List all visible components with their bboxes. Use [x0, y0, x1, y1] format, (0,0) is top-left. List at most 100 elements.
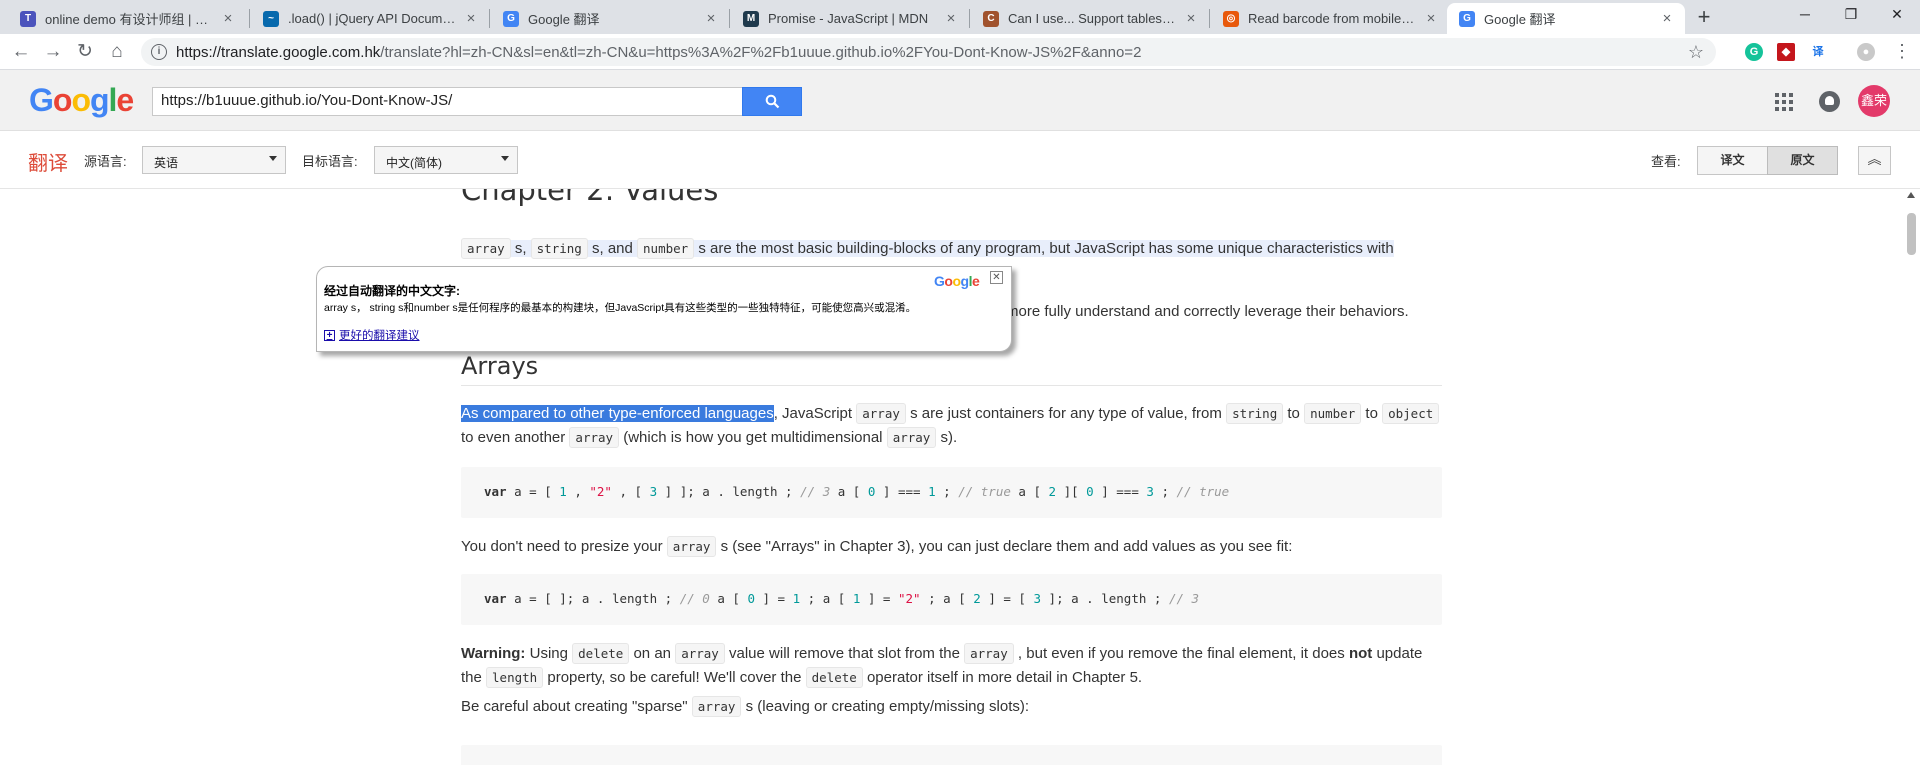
inline-code: number [637, 238, 695, 259]
profile-icon[interactable]: ● [1857, 43, 1875, 61]
text: to even another [461, 429, 566, 446]
tab-close-icon[interactable]: × [703, 10, 719, 27]
browser-tab-barcode[interactable]: ◎ Read barcode from mobile cam × [1211, 3, 1449, 34]
text: s). [940, 429, 958, 446]
popup-google-logo: Google [934, 273, 980, 289]
close-window-button[interactable]: ✕ [1874, 0, 1920, 30]
source-language-select[interactable]: 英语 [142, 146, 286, 174]
notifications-icon[interactable] [1819, 91, 1840, 112]
intro-paragraph-line-2: more fully understand and correctly leve… [1006, 303, 1409, 320]
target-language-select[interactable]: 中文(简体) [374, 146, 518, 174]
text: s are the most basic building-blocks of … [698, 240, 1394, 257]
inline-code: array [675, 643, 725, 664]
inline-code: array [691, 696, 742, 717]
code-block-2: var a = [ ]; a . length ; // 0 a [ 0 ] =… [461, 574, 1442, 625]
text: , but even if you remove the final eleme… [1017, 645, 1345, 662]
google-translate-icon: G [1459, 10, 1475, 27]
avatar[interactable]: 鑫荣 [1858, 85, 1890, 117]
intro-paragraph: array s, string s, and number s are the … [461, 237, 1442, 261]
text: You don't need to presize your [461, 538, 663, 555]
address-bar[interactable]: i https://translate.google.com.hk/transl… [141, 38, 1716, 66]
warning-label: Warning: [461, 645, 526, 662]
home-icon[interactable]: ⌂ [104, 39, 130, 65]
inline-code: object [1382, 403, 1440, 424]
dropdown-caret-icon [501, 156, 509, 161]
text: Be careful about creating "sparse" [461, 698, 688, 715]
tab-close-icon[interactable]: × [1183, 10, 1199, 27]
browser-tab-strip: T online demo 有设计师组 | Micro × ~ .load() … [0, 0, 1920, 34]
reload-icon[interactable]: ↻ [72, 39, 98, 65]
pdf-extension-icon[interactable]: ◆ [1777, 43, 1795, 61]
vertical-scrollbar[interactable] [1902, 189, 1920, 765]
translate-url-input[interactable]: https://b1uuue.github.io/You-Dont-Know-J… [152, 87, 743, 116]
tab-close-icon[interactable]: × [943, 10, 959, 27]
tab-divider [969, 9, 970, 28]
site-info-icon[interactable]: i [151, 44, 167, 60]
code-block-3 [461, 745, 1442, 765]
browser-tab-mdn[interactable]: M Promise - JavaScript | MDN × [731, 3, 969, 34]
scroll-up-arrow-icon[interactable] [1907, 192, 1915, 198]
popup-translation-text: array s， string s和number s是任何程序的最基本的构建块，… [324, 302, 917, 314]
tab-title: online demo 有设计师组 | Micro [45, 12, 214, 27]
source-language-label: 源语言: [84, 154, 127, 169]
back-icon[interactable]: ← [8, 39, 34, 65]
translate-extension-icon[interactable]: 译 [1809, 43, 1827, 61]
tab-divider [489, 9, 490, 28]
tab-close-icon[interactable]: × [463, 10, 479, 27]
tab-title: Can I use... Support tables for H [1008, 11, 1177, 26]
caniuse-icon: C [983, 10, 999, 27]
text: , JavaScript [773, 405, 853, 422]
code-keyword: var [484, 591, 507, 606]
inline-code: delete [572, 643, 630, 664]
selected-text[interactable]: As compared to other type-enforced langu… [461, 405, 774, 422]
browser-tab-teams[interactable]: T online demo 有设计师组 | Micro × [8, 3, 246, 34]
inline-code: array [569, 427, 620, 448]
browser-menu-icon[interactable]: ⋮ [1893, 42, 1911, 60]
inline-code: length [486, 667, 544, 688]
forward-icon[interactable]: → [40, 39, 66, 65]
arrays-paragraph: As compared to other type-enforced langu… [461, 402, 1442, 450]
minimize-window-button[interactable]: ─ [1782, 0, 1828, 30]
tab-close-icon[interactable]: × [1423, 10, 1439, 27]
tab-divider [1209, 9, 1210, 28]
search-button[interactable] [742, 87, 802, 116]
tab-divider [729, 9, 730, 28]
scrollbar-thumb[interactable] [1907, 213, 1916, 255]
view-label: 查看: [1651, 154, 1681, 169]
tab-close-icon[interactable]: × [220, 10, 236, 27]
browser-tab-google-translate-active[interactable]: G Google 翻译 × [1447, 3, 1685, 34]
apps-grid-icon[interactable] [1775, 93, 1793, 111]
arrays-heading: Arrays [461, 352, 539, 380]
original-view-button[interactable]: 原文 [1767, 146, 1838, 175]
tab-close-icon[interactable]: × [1659, 10, 1675, 27]
text: property, so be careful! We'll cover the [547, 669, 802, 686]
browser-tab-google-translate[interactable]: G Google 翻译 × [491, 3, 729, 34]
url-path: /translate?hl=zh-CN&sl=en&tl=zh-CN&u=htt… [380, 43, 1142, 61]
text: to [1365, 405, 1378, 422]
new-tab-button[interactable]: + [1691, 5, 1717, 31]
presize-paragraph: You don't need to presize your array s (… [461, 535, 1442, 559]
bookmark-star-icon[interactable]: ☆ [1688, 42, 1704, 63]
warning-paragraph: Warning: Using delete on an array value … [461, 642, 1442, 690]
popup-close-icon[interactable]: ✕ [990, 271, 1003, 284]
restore-window-button[interactable]: ❐ [1828, 0, 1874, 30]
heading-divider [461, 385, 1442, 386]
translate-brand[interactable]: 翻译 [28, 147, 68, 176]
browser-tab-caniuse[interactable]: C Can I use... Support tables for H × [971, 3, 1209, 34]
collapse-bar-icon[interactable]: ︽ [1858, 146, 1891, 175]
grammarly-extension-icon[interactable]: G [1745, 43, 1763, 61]
browser-tab-jquery[interactable]: ~ .load() | jQuery API Documentation × [251, 3, 489, 34]
translated-sentence[interactable]: array s, string s, and number s are the … [461, 238, 1394, 259]
tab-title: Read barcode from mobile cam [1248, 11, 1417, 26]
sparse-paragraph: Be careful about creating "sparse" array… [461, 695, 1442, 719]
text: to [1287, 405, 1300, 422]
inline-code: array [964, 643, 1014, 664]
text: s are just containers for any type of va… [910, 405, 1222, 422]
inline-code: string [1226, 403, 1284, 424]
translation-view-button[interactable]: 译文 [1697, 146, 1768, 175]
google-logo[interactable]: Google [29, 82, 134, 119]
url-host: https://translate.google.com.hk [176, 43, 381, 61]
tab-title: Google 翻译 [1484, 12, 1556, 27]
suggest-translation-link[interactable]: + 更好的翻译建议 [324, 327, 420, 343]
popup-title: 经过自动翻译的中文文字: [324, 284, 460, 298]
